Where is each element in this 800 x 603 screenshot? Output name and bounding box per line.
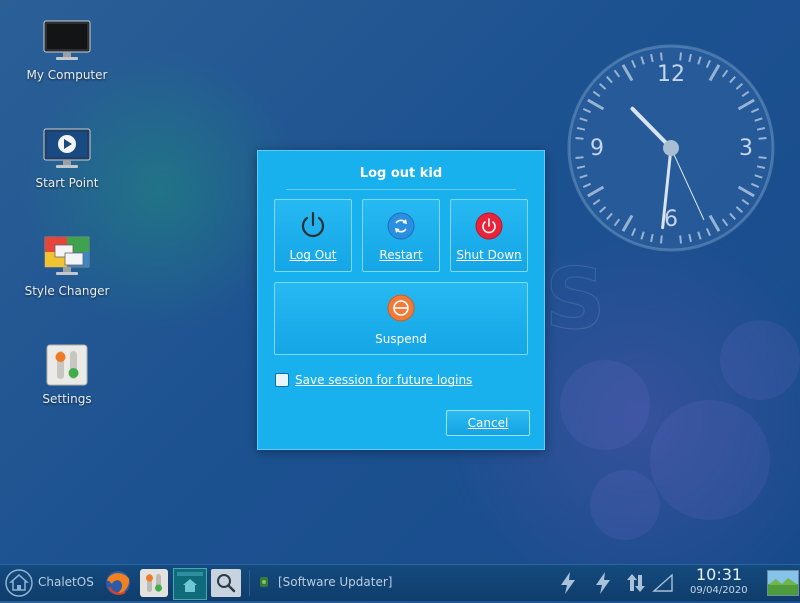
save-session-checkbox[interactable] bbox=[275, 373, 289, 387]
search-launcher[interactable] bbox=[211, 569, 241, 597]
taskbar-clock-date[interactable]: 09/04/2020 bbox=[690, 585, 748, 596]
save-session-label[interactable]: Save session for future logins bbox=[295, 373, 472, 387]
logout-dialog: Log out kid Log Out Restart Shut Down Su… bbox=[257, 150, 545, 450]
desktop-icon-label: My Computer bbox=[26, 68, 108, 82]
power-tray-item[interactable] bbox=[558, 570, 578, 596]
clock-numeral-3: 3 bbox=[739, 136, 753, 161]
clock-numeral-12: 12 bbox=[657, 62, 685, 87]
network-tray-item[interactable] bbox=[625, 571, 647, 595]
clock-tick bbox=[575, 156, 584, 160]
show-desktop-button[interactable] bbox=[767, 570, 799, 596]
clock-tick bbox=[575, 136, 584, 140]
style-changer-icon bbox=[43, 236, 91, 278]
desktop-icon-settings[interactable]: Settings bbox=[22, 344, 112, 406]
restart-label: Restart bbox=[379, 248, 423, 262]
start-menu-button[interactable] bbox=[4, 568, 34, 598]
file-manager-icon bbox=[177, 572, 203, 592]
power-bolt-icon bbox=[596, 572, 610, 594]
restart-button[interactable]: Restart bbox=[362, 199, 440, 272]
landscape-icon bbox=[768, 571, 798, 595]
home-icon bbox=[5, 569, 33, 597]
network-arrows-icon bbox=[627, 574, 645, 592]
settings-toggles-icon bbox=[146, 574, 162, 592]
desktop-icon-start-point[interactable]: Start Point bbox=[22, 128, 112, 190]
power-icon bbox=[298, 210, 328, 243]
desktop-icon-label: Start Point bbox=[35, 176, 99, 190]
power-tray-item[interactable] bbox=[593, 570, 613, 596]
clock-numeral-6: 6 bbox=[664, 207, 678, 232]
signal-icon bbox=[652, 573, 673, 592]
bokeh-circle bbox=[590, 470, 660, 540]
clock-numeral-9: 9 bbox=[590, 136, 604, 161]
suspend-label: Suspend bbox=[375, 332, 427, 346]
suspend-icon bbox=[387, 294, 415, 325]
task-software-updater[interactable] bbox=[256, 573, 272, 591]
shutdown-label: Shut Down bbox=[456, 248, 522, 262]
dialog-title: Log out kid bbox=[359, 166, 443, 181]
clock-tick bbox=[679, 235, 683, 244]
bokeh-circle bbox=[560, 360, 650, 450]
settings-launcher[interactable] bbox=[140, 569, 168, 597]
power-bolt-icon bbox=[561, 572, 575, 594]
signal-tray-item[interactable] bbox=[652, 573, 674, 593]
clock-tick bbox=[758, 136, 767, 140]
taskbar: ChaletOS [Software Updater] 10:31 09/04/… bbox=[0, 564, 800, 601]
file-manager-launcher[interactable] bbox=[173, 568, 207, 600]
desktop-icon-label: Settings bbox=[42, 392, 92, 406]
clock-tick bbox=[758, 156, 767, 160]
clock-tick bbox=[659, 235, 663, 244]
taskbar-separator bbox=[249, 570, 250, 596]
taskbar-clock-time[interactable]: 10:31 bbox=[696, 565, 742, 584]
analog-clock-widget: 12 3 6 9 bbox=[566, 43, 776, 253]
updater-icon bbox=[260, 577, 268, 587]
desktop-icon-label: Style Changer bbox=[24, 284, 110, 298]
divider bbox=[286, 189, 516, 190]
shutdown-icon bbox=[475, 212, 503, 243]
cancel-button[interactable]: Cancel bbox=[446, 410, 530, 436]
bokeh-circle bbox=[650, 400, 770, 520]
clock-center bbox=[663, 140, 679, 156]
monitor-icon bbox=[43, 20, 91, 62]
clock-tick bbox=[679, 52, 683, 61]
logout-label: Log Out bbox=[289, 248, 337, 262]
firefox-icon bbox=[106, 571, 130, 595]
cancel-label: Cancel bbox=[467, 416, 509, 430]
firefox-launcher[interactable] bbox=[103, 569, 133, 597]
restart-icon bbox=[387, 212, 415, 243]
desktop-watermark: S bbox=[545, 250, 606, 349]
bokeh-circle bbox=[720, 320, 800, 400]
search-icon bbox=[217, 574, 236, 593]
suspend-button[interactable]: Suspend bbox=[274, 282, 528, 355]
clock-tick bbox=[659, 52, 663, 61]
logout-button[interactable]: Log Out bbox=[274, 199, 352, 272]
play-monitor-icon bbox=[43, 128, 91, 170]
desktop-icon-style-changer[interactable]: Style Changer bbox=[22, 236, 112, 298]
desktop-icon-my-computer[interactable]: My Computer bbox=[22, 20, 112, 82]
task-label[interactable]: [Software Updater] bbox=[278, 575, 392, 589]
shutdown-button[interactable]: Shut Down bbox=[450, 199, 528, 272]
start-menu-label[interactable]: ChaletOS bbox=[38, 575, 94, 589]
settings-toggles-icon bbox=[43, 344, 91, 386]
